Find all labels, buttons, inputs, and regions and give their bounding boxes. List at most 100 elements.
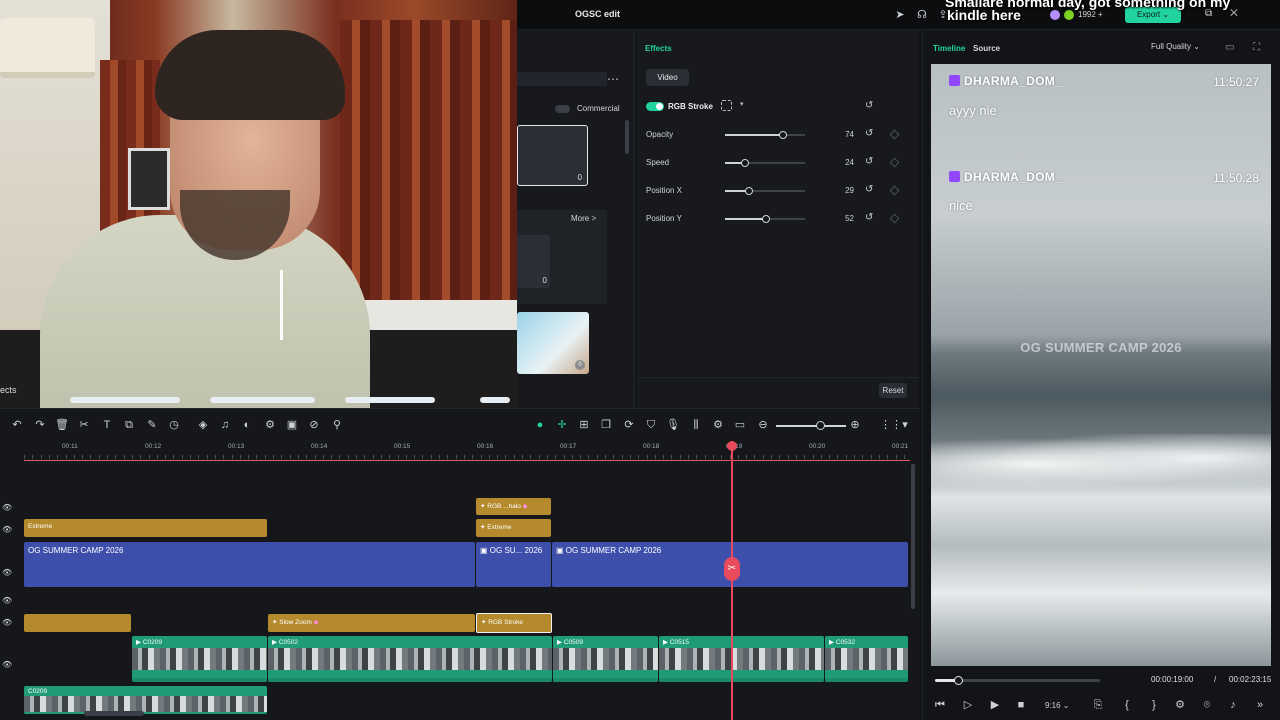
param-value[interactable]: 74	[836, 130, 854, 139]
effect-card[interactable]: 0	[517, 125, 588, 186]
effect-card[interactable]: 0	[517, 235, 550, 288]
selected-effect-clip[interactable]: ✦ RGB Stroke	[476, 613, 552, 633]
speed-icon[interactable]: ◷	[167, 418, 181, 432]
param-value[interactable]: 52	[836, 214, 854, 223]
settings-icon[interactable]: ⚙	[711, 418, 725, 432]
video-clip[interactable]: ▶ C0509	[553, 636, 658, 682]
video-clip[interactable]: C0209	[24, 686, 267, 714]
keyframe-icon[interactable]	[889, 213, 900, 224]
snapshot-icon[interactable]: ▭	[1225, 42, 1234, 53]
eye-icon[interactable]: 👁	[2, 618, 12, 628]
snap-icon[interactable]: ✛	[555, 418, 569, 432]
title-clip[interactable]: ▣ OG SU... 2026	[476, 542, 551, 587]
keyframe-icon[interactable]	[889, 185, 900, 196]
preview-viewer[interactable]: DHARMA_DOM_ 11:50:27 ayyy nie DHARMA_DOM…	[931, 64, 1271, 666]
commercial-toggle[interactable]	[555, 105, 570, 113]
zoom-in-icon[interactable]: ⊕	[848, 418, 862, 432]
mask-icon[interactable]: ◐	[240, 418, 254, 432]
param-slider-knob[interactable]	[741, 159, 749, 167]
param-slider[interactable]	[725, 131, 805, 139]
keyframe-icon[interactable]: ◈	[196, 418, 210, 432]
time-ruler[interactable]: 00:11 00:12 00:13 00:14 00:15 00:16 00:17 00:18…	[24, 439, 910, 461]
copy-icon[interactable]: ❐	[599, 418, 613, 432]
stop-icon[interactable]: ■	[1014, 698, 1028, 712]
credits-indicator[interactable]: 1992 +	[1050, 8, 1103, 22]
keyframe-icon[interactable]	[889, 157, 900, 168]
zoom-out-icon[interactable]: ⊖	[756, 418, 770, 432]
param-slider[interactable]	[725, 159, 805, 167]
link-icon[interactable]: ⊞	[577, 418, 591, 432]
zoom-knob[interactable]	[816, 421, 825, 430]
split-icon[interactable]: ✂	[77, 418, 91, 432]
scissors-icon[interactable]: ✂	[724, 557, 740, 581]
redo-icon[interactable]: ↷	[33, 418, 47, 432]
eye-icon[interactable]: 👁	[2, 525, 12, 535]
effect-enable-toggle[interactable]	[646, 102, 664, 111]
crop-icon[interactable]: ⧉	[122, 418, 136, 432]
param-slider[interactable]	[725, 215, 805, 223]
layout-icon[interactable]: ⋮⋮	[880, 418, 902, 432]
expand-icon[interactable]: »	[1253, 698, 1267, 712]
delete-icon[interactable]: 🗑	[55, 418, 69, 432]
microphone-icon[interactable]: 🎙	[666, 418, 680, 432]
playhead-handle[interactable]	[727, 441, 737, 451]
text-icon[interactable]: T	[100, 418, 114, 432]
param-slider-knob[interactable]	[761, 215, 770, 223]
shield-icon[interactable]: ⛉	[644, 418, 658, 432]
tab-timeline[interactable]: Timeline	[933, 44, 965, 53]
video-clip[interactable]: ▶ C0532	[825, 636, 908, 682]
effect-clip[interactable]: ✦ RGB ...halo ◆	[476, 498, 551, 515]
param-slider-knob[interactable]	[778, 131, 787, 139]
fullscreen-icon[interactable]: ⛶	[1253, 42, 1260, 53]
video-clip[interactable]: ▶ C0515	[659, 636, 824, 682]
effect-clip[interactable]	[24, 614, 131, 632]
motion-icon[interactable]: ⟳	[622, 418, 636, 432]
reset-icon[interactable]: ↺	[865, 156, 873, 167]
quality-select[interactable]: Full Quality ⌄	[1151, 42, 1200, 51]
headset-icon[interactable]: ☊	[915, 8, 929, 22]
group-icon[interactable]: ▣	[285, 418, 299, 432]
title-clip[interactable]: OG SUMMER CAMP 2026	[24, 542, 475, 587]
eye-icon[interactable]: 👁	[2, 568, 12, 578]
undo-icon[interactable]: ↶	[10, 418, 24, 432]
prev-frame-icon[interactable]: ⏮	[933, 698, 947, 712]
ai-icon[interactable]: ⚙	[263, 418, 277, 432]
chevron-down-icon[interactable]: ▾	[898, 418, 912, 432]
more-options-icon[interactable]: ⋯	[607, 72, 619, 86]
add-credits-icon[interactable]: +	[1098, 10, 1103, 19]
playback-scrubber[interactable]	[935, 676, 1100, 685]
reset-button[interactable]: Reset	[879, 383, 907, 398]
volume-icon[interactable]: ♪	[1226, 698, 1240, 712]
mark-out-icon[interactable]: }	[1147, 698, 1161, 712]
avatar[interactable]	[1050, 9, 1060, 20]
camera-icon[interactable]: ⌾	[1200, 698, 1214, 712]
reset-icon[interactable]: ↺	[865, 100, 873, 111]
effect-card[interactable]: 0	[517, 312, 589, 374]
close-icon[interactable]: ✕	[1230, 8, 1256, 19]
video-clip[interactable]: ▶ C0209	[132, 636, 267, 682]
eye-icon[interactable]: 👁	[2, 596, 12, 606]
eye-icon[interactable]: 👁	[2, 660, 12, 670]
keyframe-icon[interactable]	[889, 129, 900, 140]
param-slider[interactable]	[725, 187, 805, 195]
effect-settings-icon[interactable]	[721, 100, 732, 111]
reset-icon[interactable]: ↺	[865, 184, 873, 195]
auto-icon[interactable]: ●	[533, 418, 547, 432]
horizontal-scrollbar[interactable]	[84, 711, 144, 716]
reset-icon[interactable]: ↺	[865, 212, 873, 223]
effect-clip[interactable]: ✦ Slow Zoom ◆	[268, 614, 475, 632]
pen-icon[interactable]: ✎	[145, 418, 159, 432]
send-icon[interactable]: ➤	[893, 8, 907, 22]
screen-icon[interactable]: ▭	[733, 418, 747, 432]
more-button[interactable]: More >	[571, 214, 596, 223]
reset-icon[interactable]: ↺	[865, 128, 873, 139]
mark-in-icon[interactable]: {	[1120, 698, 1134, 712]
tab-source[interactable]: Source	[973, 44, 1000, 53]
effect-clip[interactable]: Extreme	[24, 519, 267, 537]
scrollbar[interactable]	[625, 120, 629, 154]
search-input[interactable]	[517, 72, 607, 86]
param-value[interactable]: 29	[836, 186, 854, 195]
step-forward-icon[interactable]: ▷	[961, 698, 975, 712]
mixer-icon[interactable]: ⫼	[689, 418, 703, 432]
video-clip[interactable]: ▶ C0502	[268, 636, 552, 682]
